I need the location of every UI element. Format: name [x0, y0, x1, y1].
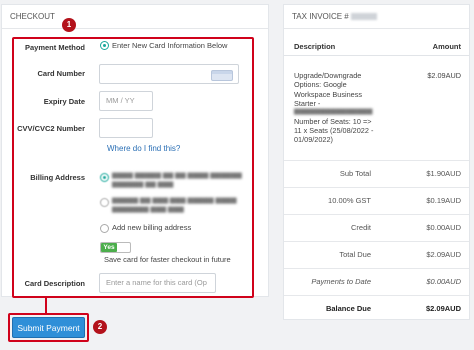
billing-address-2-radio[interactable]	[100, 198, 109, 207]
invoice-table-header: Description Amount	[284, 36, 469, 56]
subtotal-label: Sub Total	[339, 169, 371, 178]
credit-row: Credit $0.00AUD	[284, 214, 469, 238]
balance-due-row: Balance Due $2.09AUD	[284, 295, 469, 319]
card-description-input[interactable]: Enter a name for this card (Op	[99, 273, 216, 293]
invoice-item-description: Upgrade/Downgrade Options: Google Worksp…	[294, 71, 404, 145]
invoice-panel: TAX INVOICE # Description Amount Upgrade…	[283, 4, 470, 320]
toggle-yes-label: Yes	[101, 243, 117, 252]
total-due-label: Total Due	[339, 250, 371, 259]
invoice-title: TAX INVOICE #	[284, 5, 469, 29]
subtotal-row: Sub Total $1.90AUD	[284, 160, 469, 184]
add-billing-address-label: Add new billing address	[112, 223, 192, 232]
billing-address-1-radio[interactable]	[100, 173, 109, 182]
expiry-date-label: Expiry Date	[43, 97, 85, 106]
item-line: Upgrade/Downgrade	[294, 71, 362, 80]
total-due-value: $2.09AUD	[426, 250, 461, 259]
description-column-header: Description	[294, 42, 336, 51]
gst-label: 10.00% GST	[328, 196, 371, 205]
item-redacted-line: ▆▆▆▆▆▆▆▆▆▆▆▆▆▆▆	[294, 108, 373, 116]
item-line: Number of Seats: 10 =>	[294, 116, 372, 126]
payment-method-label: Payment Method	[24, 43, 85, 52]
submit-payment-button[interactable]: Submit Payment	[12, 317, 85, 338]
step-1-badge: 1	[62, 18, 76, 32]
gst-row: 10.00% GST $0.19AUD	[284, 187, 469, 211]
payments-to-date-value: $0.00AUD	[426, 277, 461, 286]
item-line: 01/09/2022)	[294, 135, 333, 145]
total-due-row: Total Due $2.09AUD	[284, 241, 469, 265]
invoice-title-text: TAX INVOICE #	[292, 12, 349, 21]
balance-due-label: Balance Due	[325, 304, 371, 313]
credit-label: Credit	[350, 223, 371, 232]
payments-to-date-label: Payments to Date	[311, 277, 371, 286]
new-card-option-label: Enter New Card Information Below	[112, 41, 228, 50]
gst-value: $0.19AUD	[426, 196, 461, 205]
card-number-label: Card Number	[37, 69, 85, 78]
billing-address-label: Billing Address	[30, 173, 85, 182]
highlight-connector	[45, 298, 47, 313]
credit-card-icon	[211, 70, 233, 81]
cvv-label: CVV/CVC2 Number	[17, 124, 85, 133]
billing-address-1-redacted: ▆▆▆▆ ▆▆▆▆▆ ▆▆ ▆▆ ▆▆▆▆ ▆▆▆▆▆▆ ▆▆▆▆▆▆ ▆▆ ▆▆…	[112, 172, 242, 188]
cvv-help-link[interactable]: Where do I find this?	[107, 144, 180, 153]
item-line: Options: Google	[294, 80, 347, 90]
highlight-box-step-2: Submit Payment	[8, 313, 89, 342]
save-card-toggle[interactable]: Yes	[100, 242, 131, 253]
card-description-label: Card Description	[24, 279, 85, 288]
step-2-badge: 2	[93, 320, 107, 334]
invoice-item-amount: $2.09AUD	[427, 71, 461, 80]
cvv-input[interactable]	[99, 118, 153, 138]
amount-column-header: Amount	[432, 42, 461, 51]
payments-to-date-row: Payments to Date $0.00AUD	[284, 268, 469, 292]
item-line: 11 x Seats (25/08/2022 -	[294, 125, 374, 135]
expiry-date-input[interactable]: MM / YY	[99, 91, 153, 111]
item-line: Workspace Business	[294, 89, 362, 99]
billing-address-2-redacted: ▆▆▆▆▆ ▆▆ ▆▆▆ ▆▆▆ ▆▆▆▆▆ ▆▆▆▆ ▆▆▆▆▆▆▆ ▆▆▆ ▆…	[112, 197, 237, 213]
balance-due-value: $2.09AUD	[425, 304, 461, 313]
invoice-number-redacted	[350, 13, 377, 21]
credit-value: $0.00AUD	[426, 223, 461, 232]
new-card-radio[interactable]	[100, 41, 109, 50]
subtotal-value: $1.90AUD	[426, 169, 461, 178]
checkout-title: CHECKOUT	[2, 5, 268, 29]
save-card-text: Save card for faster checkout in future	[104, 255, 231, 264]
card-number-input[interactable]	[99, 64, 239, 84]
item-line: Starter -	[294, 98, 321, 108]
add-billing-address-radio[interactable]	[100, 224, 109, 233]
